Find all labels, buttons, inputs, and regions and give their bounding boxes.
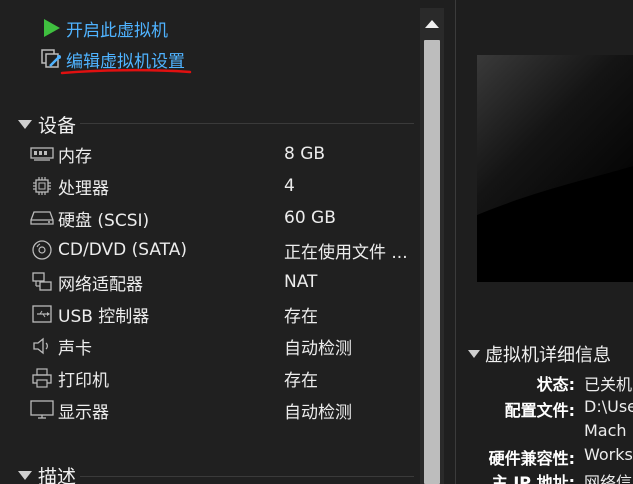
device-name: 声卡 <box>58 338 92 359</box>
usb-icon <box>30 303 54 325</box>
vm-details-title: 虚拟机详细信息 <box>485 345 611 366</box>
detail-label: 主 IP 地址: <box>491 473 575 484</box>
printer-icon <box>30 367 54 389</box>
scroll-thumb[interactable] <box>424 40 440 484</box>
device-value: 自动检测 <box>284 402 352 423</box>
device-name: 内存 <box>58 146 92 167</box>
device-value: 自动检测 <box>284 338 352 359</box>
processor-icon <box>30 175 54 197</box>
detail-value: D:\Use <box>584 397 633 416</box>
left-panel-scrollbar[interactable] <box>420 8 444 484</box>
device-name: 硬盘 (SCSI) <box>58 210 150 231</box>
cd-dvd-icon <box>30 239 54 261</box>
detail-row-status: 状态: 已关机 <box>456 371 633 395</box>
device-row-memory[interactable]: 内存 8 GB <box>30 141 420 167</box>
detail-row-config-file: 配置文件: D:\Use <box>456 397 633 421</box>
device-row-processor[interactable]: 处理器 4 <box>30 173 420 199</box>
device-row-network-adapter[interactable]: 网络适配器 NAT <box>30 269 420 295</box>
device-value: 正在使用文件 ... <box>284 242 408 263</box>
network-adapter-icon <box>30 271 54 293</box>
detail-value: Mach <box>584 421 627 440</box>
devices-section-header[interactable]: 设备 <box>14 111 76 138</box>
detail-value: Works <box>584 445 633 464</box>
scroll-up-arrow-icon[interactable] <box>425 20 439 28</box>
vm-right-panel: 虚拟机详细信息 状态: 已关机 配置文件: D:\Use Mach 硬件兼容性:… <box>456 0 633 484</box>
power-on-vm-link[interactable]: 开启此虚拟机 <box>40 17 168 41</box>
power-on-label: 开启此虚拟机 <box>66 20 168 41</box>
vm-details-header[interactable]: 虚拟机详细信息 <box>468 341 611 367</box>
device-value: NAT <box>284 272 318 292</box>
device-name: CD/DVD (SATA) <box>58 240 187 260</box>
detail-value: 已关机 <box>584 375 633 394</box>
vm-screen-preview[interactable] <box>477 55 633 282</box>
detail-label: 状态: <box>536 375 575 394</box>
devices-section-title: 设备 <box>38 115 77 137</box>
device-name: 打印机 <box>58 370 109 391</box>
detail-label: 配置文件: <box>504 401 575 420</box>
collapse-triangle-icon <box>468 350 480 358</box>
description-section-title: 描述 <box>38 466 77 484</box>
description-section-header[interactable]: 描述 <box>14 462 76 484</box>
devices-divider <box>80 123 414 124</box>
device-row-display[interactable]: 显示器 自动检测 <box>30 397 420 423</box>
device-row-sound-card[interactable]: 声卡 自动检测 <box>30 333 420 359</box>
hard-disk-icon <box>30 207 54 229</box>
detail-label: 硬件兼容性: <box>488 449 575 468</box>
device-row-cd-dvd[interactable]: CD/DVD (SATA) 正在使用文件 ... <box>30 237 420 263</box>
device-value: 存在 <box>284 370 318 391</box>
vm-left-panel: 开启此虚拟机 编辑虚拟机设置 设备 内存 8 GB 处理器 4 硬盘 (SCSI… <box>0 0 420 484</box>
detail-row-ip-address: 主 IP 地址: 网络信 <box>456 469 633 484</box>
play-icon <box>40 17 62 39</box>
description-divider <box>80 476 414 477</box>
device-row-usb-controller[interactable]: USB 控制器 存在 <box>30 301 420 327</box>
device-name: 处理器 <box>58 178 109 199</box>
device-value: 8 GB <box>284 144 326 164</box>
device-name: 显示器 <box>58 402 109 423</box>
monitor-icon <box>30 399 54 421</box>
vm-summary-window: 开启此虚拟机 编辑虚拟机设置 设备 内存 8 GB 处理器 4 硬盘 (SCSI… <box>0 0 633 484</box>
device-value: 4 <box>284 176 295 196</box>
detail-row-config-file-cont: Mach <box>456 421 633 445</box>
device-name: USB 控制器 <box>58 306 150 327</box>
detail-value: 网络信 <box>584 473 633 484</box>
speaker-icon <box>30 335 54 357</box>
device-name: 网络适配器 <box>58 274 143 295</box>
red-annotation-underline <box>60 68 192 75</box>
collapse-triangle-icon <box>18 471 32 480</box>
collapse-triangle-icon <box>18 120 32 129</box>
device-value: 存在 <box>284 306 318 327</box>
memory-icon <box>30 143 54 165</box>
detail-row-hw-compat: 硬件兼容性: Works <box>456 445 633 469</box>
device-row-hard-disk[interactable]: 硬盘 (SCSI) 60 GB <box>30 205 420 231</box>
device-value: 60 GB <box>284 208 336 228</box>
device-row-printer[interactable]: 打印机 存在 <box>30 365 420 391</box>
